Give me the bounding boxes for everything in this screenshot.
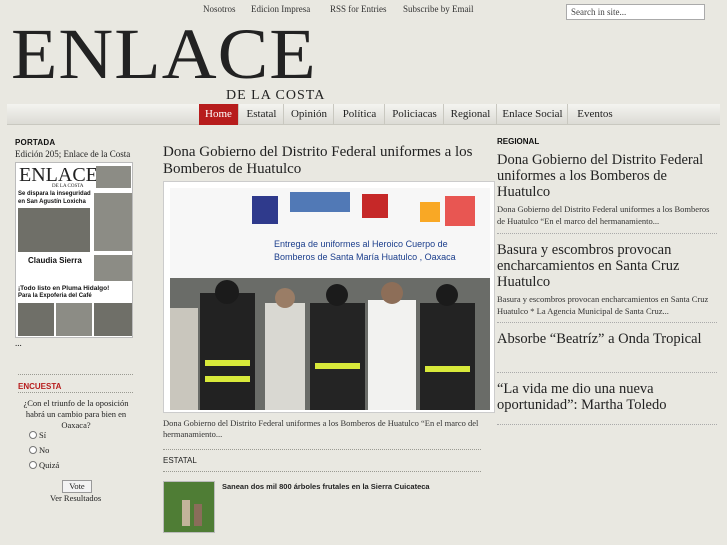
- radio-button[interactable]: [29, 431, 37, 439]
- nav-link-rss[interactable]: RSS for Entries: [330, 4, 387, 14]
- regional-article: Basura y escombros provocan encharcamien…: [497, 242, 717, 317]
- divider: [497, 372, 717, 373]
- featured-title[interactable]: Dona Gobierno del Distrito Federal unifo…: [163, 144, 483, 178]
- regional-article-excerpt: Basura y escombros provocan encharcamien…: [497, 294, 709, 316]
- regional-article-title[interactable]: Absorbe “Beatríz” a Onda Tropical: [497, 331, 717, 347]
- poll-option-label: Sí: [39, 430, 47, 440]
- thumbnail-graphics: [164, 482, 214, 532]
- poll-option-no[interactable]: No: [29, 445, 49, 455]
- view-results-link[interactable]: Ver Resultados: [50, 493, 101, 503]
- banner-text: Entrega de uniformes al Heroico Cuerpo d…: [274, 239, 456, 262]
- tab-opinion[interactable]: Opinión: [285, 104, 334, 125]
- divider: [497, 424, 717, 425]
- portada-more[interactable]: ...: [15, 338, 22, 348]
- banner-graphics: [252, 192, 475, 226]
- poll-option-label: Quizá: [39, 460, 60, 470]
- portada-heading: PORTADA: [15, 138, 56, 147]
- regional-heading: REGIONAL: [497, 137, 540, 146]
- regional-article-title[interactable]: “La vida me dio una nueva oportunidad”: …: [497, 381, 717, 413]
- poll-question: ¿Con el triunfo de la oposición habrá un…: [23, 398, 129, 430]
- cover-headline: en San Agustín Loxicha: [18, 199, 86, 205]
- portada-edition[interactable]: Edición 205; Enlace de la Costa: [15, 149, 140, 159]
- regional-article: Absorbe “Beatríz” a Onda Tropical: [497, 331, 717, 347]
- poll-option-si[interactable]: Sí: [29, 430, 46, 440]
- portada-section: PORTADA Edición 205; Enlace de la Costa: [15, 138, 140, 159]
- cover-headline: Se dispara la inseguridad: [18, 191, 91, 197]
- nav-link-nosotros[interactable]: Nosotros: [203, 4, 236, 14]
- cover-logo-subtitle: DE LA COSTA: [52, 184, 84, 189]
- tab-policiacas[interactable]: Policiacas: [386, 104, 444, 125]
- tab-estatal[interactable]: Estatal: [240, 104, 284, 125]
- cover-logo: ENLACE: [19, 164, 98, 186]
- site-logo-subtitle: DE LA COSTA: [226, 88, 326, 103]
- poll-option-label: No: [39, 445, 50, 455]
- search-input[interactable]: [566, 4, 705, 20]
- tab-home[interactable]: Home: [199, 104, 239, 125]
- tab-enlace-social[interactable]: Enlace Social: [498, 104, 568, 125]
- poll-option-quiza[interactable]: Quizá: [29, 460, 59, 470]
- regional-article: Dona Gobierno del Distrito Federal unifo…: [497, 152, 717, 227]
- divider: [497, 233, 717, 234]
- estatal-thumbnail[interactable]: [163, 481, 215, 533]
- regional-article-title[interactable]: Basura y escombros provocan encharcamien…: [497, 242, 717, 290]
- main-nav: Home Estatal Opinión Política Policiacas…: [7, 104, 720, 125]
- cover-headline: ¡Todo listo en Pluma Hidalgo!: [18, 285, 110, 292]
- nav-link-edicion-impresa[interactable]: Edicion Impresa: [251, 4, 310, 14]
- divider: [18, 392, 133, 393]
- cover-headline: Para la Expoferia del Café: [18, 293, 92, 299]
- tab-regional[interactable]: Regional: [445, 104, 497, 125]
- nav-link-subscribe[interactable]: Subscribe by Email: [403, 4, 474, 14]
- estatal-heading: ESTATAL: [163, 456, 197, 465]
- cover-image[interactable]: ENLACE DE LA COSTA Se dispara la insegur…: [15, 162, 133, 338]
- tab-politica[interactable]: Política: [335, 104, 385, 125]
- poll-heading: ENCUESTA: [18, 382, 62, 391]
- regional-article-excerpt: Dona Gobierno del Distrito Federal unifo…: [497, 204, 710, 226]
- divider: [163, 471, 481, 472]
- radio-button[interactable]: [29, 446, 37, 454]
- crowd-graphics: [170, 278, 490, 410]
- regional-section: REGIONAL: [497, 137, 717, 146]
- vote-button[interactable]: Vote: [62, 480, 92, 493]
- crowd-photo: [170, 278, 490, 410]
- site-logo[interactable]: ENLACE: [11, 18, 317, 90]
- cover-headline: Claudia Sierra: [28, 256, 82, 265]
- divider: [497, 322, 717, 323]
- featured-photo[interactable]: Entrega de uniformes al Heroico Cuerpo d…: [163, 181, 495, 413]
- radio-button[interactable]: [29, 461, 37, 469]
- featured-caption: Dona Gobierno del Distrito Federal unifo…: [163, 418, 479, 439]
- tab-eventos[interactable]: Eventos: [569, 104, 621, 125]
- photo-banner: [170, 188, 490, 278]
- estatal-article-title[interactable]: Sanean dos mil 800 árboles frutales en l…: [222, 482, 430, 491]
- divider: [18, 374, 133, 375]
- divider: [163, 449, 481, 450]
- regional-article-title[interactable]: Dona Gobierno del Distrito Federal unifo…: [497, 152, 717, 200]
- regional-article: “La vida me dio una nueva oportunidad”: …: [497, 381, 717, 413]
